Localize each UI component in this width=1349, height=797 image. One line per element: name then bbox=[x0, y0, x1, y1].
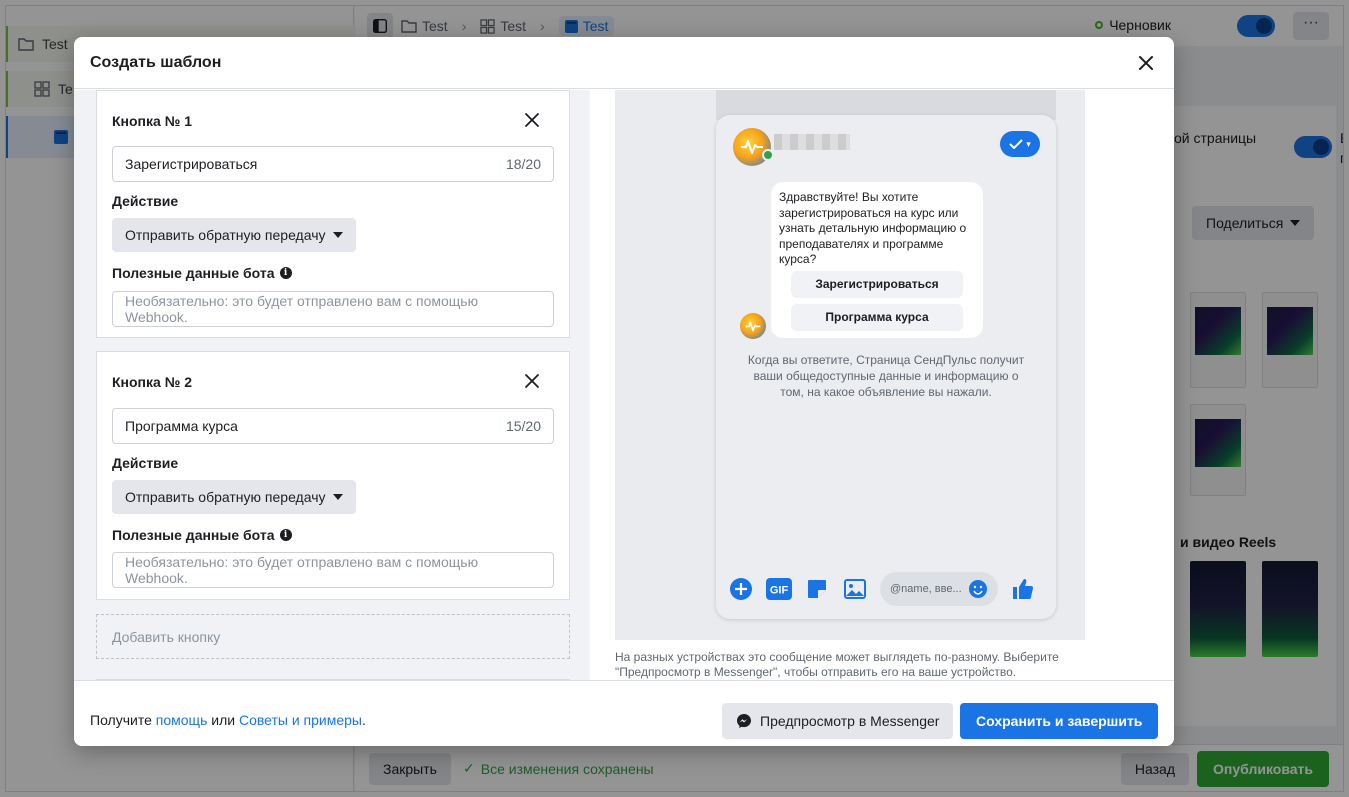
message-text: Здравствуйте! Вы хотите зарегистрировать… bbox=[779, 190, 967, 266]
create-template-modal: Создать шаблон Кнопка № 1 Зарегистрирова… bbox=[74, 37, 1174, 746]
tips-link[interactable]: Советы и примеры bbox=[239, 712, 362, 728]
button-card-1: Кнопка № 1 Зарегистрироваться 18/20 Дейс… bbox=[96, 90, 570, 338]
sender-avatar bbox=[740, 313, 766, 339]
image-icon[interactable] bbox=[842, 576, 868, 602]
emoji-icon[interactable] bbox=[968, 579, 988, 599]
gif-icon[interactable]: GIF bbox=[766, 576, 792, 602]
payload-input[interactable]: Необязательно: это будет отправлено вам … bbox=[112, 291, 554, 327]
info-icon[interactable]: i bbox=[279, 267, 292, 279]
modal-title: Создать шаблон bbox=[90, 53, 222, 71]
quick-reply-button[interactable]: Зарегистрироваться bbox=[791, 271, 963, 298]
quick-reply-button[interactable]: Программа курса bbox=[791, 304, 963, 331]
message-composer: GIF @name, вве... bbox=[728, 569, 1054, 609]
caret-down-icon bbox=[333, 232, 343, 238]
check-icon bbox=[1009, 139, 1023, 149]
action-dropdown[interactable]: Отправить обратную передачу bbox=[112, 480, 356, 514]
caret-down-icon bbox=[333, 494, 343, 500]
pulse-logo-icon bbox=[745, 321, 761, 331]
messenger-icon bbox=[737, 714, 751, 728]
action-label: Действие bbox=[112, 193, 179, 209]
help-link[interactable]: помощь bbox=[156, 712, 208, 728]
messenger-preview-button[interactable]: Предпросмотр в Messenger bbox=[722, 703, 954, 739]
like-icon[interactable] bbox=[1010, 576, 1036, 602]
phone-preview: ▾ Здравствуйте! Вы хотите зарегистрирова… bbox=[716, 115, 1056, 619]
button-card-2: Кнопка № 2 Программа курса 15/20 Действи… bbox=[96, 351, 570, 600]
save-and-finish-button[interactable]: Сохранить и завершить bbox=[960, 703, 1159, 739]
buttons-editor: Кнопка № 1 Зарегистрироваться 18/20 Дейс… bbox=[74, 90, 590, 680]
button-text-input[interactable]: Зарегистрироваться 18/20 bbox=[112, 146, 554, 182]
messenger-preview: ▾ Здравствуйте! Вы хотите зарегистрирова… bbox=[590, 90, 1174, 680]
quick-reply-check-button[interactable]: ▾ bbox=[1000, 131, 1040, 157]
button-text-input[interactable]: Программа курса 15/20 bbox=[112, 408, 554, 444]
online-indicator bbox=[762, 149, 774, 161]
button-card-title: Кнопка № 2 bbox=[112, 374, 192, 390]
svg-text:GIF: GIF bbox=[770, 585, 789, 597]
plus-icon[interactable] bbox=[728, 576, 754, 602]
payload-input[interactable]: Необязательно: это будет отправлено вам … bbox=[112, 552, 554, 588]
remove-button-icon[interactable] bbox=[523, 372, 541, 390]
preview-note: На разных устройствах это сообщение може… bbox=[615, 650, 1059, 679]
payload-label: Полезные данные бота i bbox=[112, 265, 292, 281]
help-text: Получите помощь или Советы и примеры. bbox=[90, 712, 366, 728]
privacy-disclaimer: Когда вы ответите, Страница СендПульс по… bbox=[747, 353, 1025, 399]
pulse-logo-icon bbox=[741, 140, 763, 154]
action-label: Действие bbox=[112, 455, 179, 471]
chevron-down-icon: ▾ bbox=[1026, 138, 1031, 149]
modal-header: Создать шаблон bbox=[74, 37, 1174, 89]
message-bubble: Здравствуйте! Вы хотите зарегистрировать… bbox=[771, 182, 983, 338]
remove-button-icon[interactable] bbox=[523, 111, 541, 129]
preview-background: ▾ Здравствуйте! Вы хотите зарегистрирова… bbox=[615, 90, 1085, 640]
message-input[interactable]: @name, вве... bbox=[880, 572, 998, 606]
info-icon[interactable]: i bbox=[279, 529, 292, 541]
add-button[interactable]: Добавить кнопку bbox=[96, 614, 570, 659]
blurred-page-name bbox=[774, 134, 850, 150]
char-counter: 15/20 bbox=[505, 418, 541, 434]
action-dropdown[interactable]: Отправить обратную передачу bbox=[112, 218, 356, 252]
close-icon[interactable] bbox=[1134, 51, 1158, 75]
sticker-icon[interactable] bbox=[804, 576, 830, 602]
button-card-title: Кнопка № 1 bbox=[112, 113, 192, 129]
modal-footer: Получите помощь или Советы и примеры. Пр… bbox=[74, 680, 1174, 746]
char-counter: 18/20 bbox=[505, 156, 541, 172]
payload-label: Полезные данные бота i bbox=[112, 527, 292, 543]
